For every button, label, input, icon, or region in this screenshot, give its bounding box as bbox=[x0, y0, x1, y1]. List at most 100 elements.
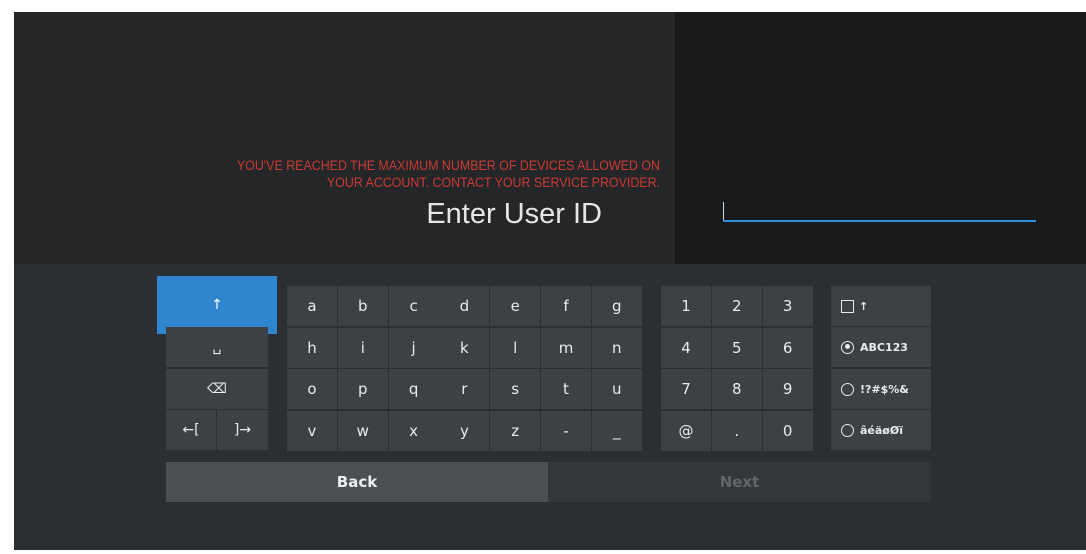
letter-key[interactable]: m bbox=[541, 327, 591, 368]
letter-key-label: z bbox=[511, 421, 520, 440]
digit-key[interactable]: 9 bbox=[762, 369, 813, 409]
letter-key-label: _ bbox=[613, 421, 621, 440]
mode-accents-label: âéäøØï bbox=[860, 423, 903, 437]
letter-key[interactable]: f bbox=[541, 286, 591, 326]
error-line-1: YOU'VE REACHED THE MAXIMUM NUMBER OF DEV… bbox=[236, 158, 660, 173]
digit-key-label: 1 bbox=[681, 297, 691, 315]
text-caret bbox=[723, 202, 724, 220]
letter-key[interactable]: c bbox=[388, 286, 439, 326]
letter-key[interactable]: v bbox=[287, 410, 337, 451]
letter-key[interactable]: g bbox=[591, 286, 642, 326]
letter-key[interactable]: h bbox=[287, 327, 337, 368]
digit-key[interactable]: @ bbox=[661, 410, 711, 451]
letter-key[interactable]: i bbox=[337, 327, 388, 368]
mode-abc123-label: ABC123 bbox=[860, 340, 908, 354]
letter-key[interactable]: w bbox=[337, 410, 388, 451]
digit-key[interactable]: 8 bbox=[711, 369, 762, 409]
space-icon: ␣ bbox=[212, 339, 222, 355]
letter-key-label: f bbox=[563, 297, 569, 315]
letter-key[interactable]: q bbox=[388, 369, 439, 409]
letter-key[interactable]: r bbox=[439, 369, 490, 409]
cursor-left-key[interactable]: ←[ bbox=[166, 410, 216, 450]
letter-key[interactable]: e bbox=[490, 286, 541, 326]
letter-key-label: n bbox=[612, 338, 622, 357]
letter-key[interactable]: o bbox=[287, 369, 337, 409]
back-button[interactable]: Back bbox=[166, 462, 548, 502]
digit-key[interactable]: 4 bbox=[661, 327, 711, 368]
letter-key[interactable]: k bbox=[439, 327, 490, 368]
shift-key[interactable]: ↑ bbox=[157, 276, 277, 334]
letter-key-label: d bbox=[459, 297, 470, 315]
error-line-2: YOUR ACCOUNT. CONTACT YOUR SERVICE PROVI… bbox=[326, 175, 660, 190]
digit-key-label: 5 bbox=[732, 338, 742, 357]
letter-key-label: - bbox=[563, 421, 569, 440]
digit-key[interactable]: 5 bbox=[711, 327, 762, 368]
letter-key[interactable]: y bbox=[439, 410, 490, 451]
digit-key-label: 9 bbox=[782, 380, 793, 398]
mode-abc123-key[interactable]: ABC123 bbox=[831, 327, 931, 367]
mode-symbols-label: !?#$%& bbox=[860, 382, 909, 396]
digit-key[interactable]: 2 bbox=[711, 286, 762, 326]
letter-key-label: q bbox=[408, 380, 419, 398]
letter-key[interactable]: z bbox=[490, 410, 541, 451]
digit-key-label: . bbox=[734, 421, 740, 440]
digit-key-label: 6 bbox=[782, 338, 793, 357]
next-button[interactable]: Next bbox=[548, 462, 931, 502]
letter-key-label: g bbox=[612, 297, 622, 315]
backspace-key[interactable]: ⌫ bbox=[166, 369, 268, 409]
letter-key[interactable]: l bbox=[490, 327, 541, 368]
error-message: YOU'VE REACHED THE MAXIMUM NUMBER OF DEV… bbox=[145, 157, 660, 191]
digit-key[interactable]: 3 bbox=[762, 286, 813, 326]
backspace-icon: ⌫ bbox=[207, 381, 227, 397]
letter-key-label: e bbox=[510, 297, 520, 315]
digit-key[interactable]: 0 bbox=[762, 410, 813, 451]
caps-mode-key[interactable]: ↑ bbox=[831, 286, 931, 326]
letter-key[interactable]: u bbox=[591, 369, 642, 409]
letter-key[interactable]: - bbox=[541, 410, 591, 451]
digit-key-label: 3 bbox=[782, 297, 793, 315]
letter-key-label: m bbox=[558, 338, 574, 357]
cursor-right-icon: ]→ bbox=[233, 422, 252, 438]
space-key[interactable]: ␣ bbox=[166, 327, 268, 367]
digit-key-label: 0 bbox=[782, 421, 793, 440]
letter-key[interactable]: d bbox=[439, 286, 490, 326]
input-panel bbox=[675, 12, 1086, 264]
radio-selected-icon bbox=[841, 340, 854, 354]
letter-key-label: t bbox=[563, 380, 569, 398]
letter-key-label: k bbox=[460, 338, 469, 357]
letter-key[interactable]: t bbox=[541, 369, 591, 409]
digit-key[interactable]: . bbox=[711, 410, 762, 451]
letter-key-label: r bbox=[461, 380, 468, 398]
checkbox-icon bbox=[841, 299, 854, 313]
mode-accents-key[interactable]: âéäøØï bbox=[831, 410, 931, 450]
letter-key[interactable]: _ bbox=[591, 410, 642, 451]
letter-key-label: u bbox=[612, 380, 622, 398]
letter-key[interactable]: b bbox=[337, 286, 388, 326]
letter-key-label: i bbox=[360, 338, 365, 357]
letter-key-label: c bbox=[409, 297, 418, 315]
shift-arrow-icon: ↑ bbox=[211, 297, 223, 313]
digit-key-label: 7 bbox=[681, 380, 691, 398]
prompt-title: Enter User ID bbox=[426, 198, 602, 230]
letter-key-label: y bbox=[459, 421, 469, 440]
letter-key[interactable]: x bbox=[388, 410, 439, 451]
letter-key-label: s bbox=[511, 380, 520, 398]
letter-key-label: h bbox=[307, 338, 317, 357]
caps-arrow-icon: ↑ bbox=[859, 299, 869, 313]
letter-key-label: b bbox=[358, 297, 368, 315]
digit-key[interactable]: 6 bbox=[762, 327, 813, 368]
letter-key[interactable]: j bbox=[388, 327, 439, 368]
mode-symbols-key[interactable]: !?#$%& bbox=[831, 369, 931, 409]
letter-key[interactable]: a bbox=[287, 286, 337, 326]
letter-key[interactable]: s bbox=[490, 369, 541, 409]
letter-key-label: o bbox=[307, 380, 317, 398]
letter-key[interactable]: n bbox=[591, 327, 642, 368]
digit-key[interactable]: 1 bbox=[661, 286, 711, 326]
letter-key[interactable]: p bbox=[337, 369, 388, 409]
user-id-input[interactable] bbox=[723, 220, 1036, 222]
letter-key-label: v bbox=[307, 421, 317, 440]
radio-icon bbox=[841, 423, 854, 437]
digit-key[interactable]: 7 bbox=[661, 369, 711, 409]
cursor-right-key[interactable]: ]→ bbox=[217, 410, 268, 450]
digit-key-label: 8 bbox=[732, 380, 742, 398]
